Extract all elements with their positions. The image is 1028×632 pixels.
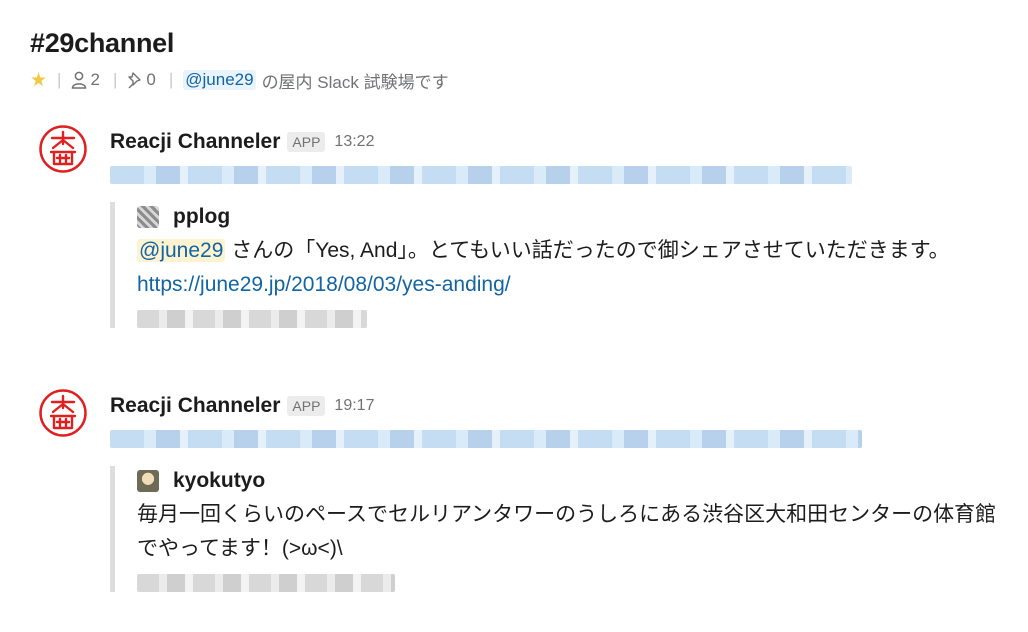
attachment-author-name: pplog <box>173 205 231 228</box>
app-badge: APP <box>287 132 326 152</box>
separator: | <box>112 70 118 89</box>
sender-name[interactable]: Reacji Channeler <box>110 394 280 418</box>
attachment-author-name: kyokutyo <box>173 469 266 492</box>
person-icon <box>72 71 87 89</box>
attachment-link[interactable]: https://june29.jp/2018/08/03/yes-anding/ <box>137 268 1010 302</box>
attachment-text: @june29 さんの「Yes, And」。とてもいい話だったので御シェアさせて… <box>137 234 1002 268</box>
seal-avatar-icon[interactable] <box>38 388 88 438</box>
pin-count: 0 <box>146 70 156 89</box>
redacted-footer <box>137 310 367 328</box>
star-icon[interactable]: ★ <box>30 69 47 92</box>
message-body: Reacji Channeler APP 19:17 kyokutyo 毎月一回… <box>110 388 1010 592</box>
separator: | <box>168 70 174 89</box>
redacted-link <box>110 166 852 184</box>
timestamp[interactable]: 13:22 <box>334 133 374 151</box>
member-count: 2 <box>90 70 100 89</box>
sender-name[interactable]: Reacji Channeler <box>110 130 280 154</box>
pin-icon <box>128 72 142 89</box>
attachment-text: 毎月一回くらいのペースでセルリアンタワーのうしろにある渋谷区大和田センターの体育… <box>137 503 997 560</box>
attachment-text-body: さんの「Yes, And」。とてもいい話だったので御シェアさせていただきます。 <box>231 239 950 262</box>
user-mention[interactable]: @june29 <box>137 239 226 262</box>
author-avatar <box>137 470 159 492</box>
pin-count-button[interactable]: 0 <box>127 70 156 90</box>
attachment: pplog @june29 さんの「Yes, And」。とてもいい話だったので御… <box>110 202 1010 328</box>
timestamp[interactable]: 19:17 <box>334 397 374 415</box>
message-header: Reacji Channeler APP 19:17 <box>110 388 1010 424</box>
attachment-author: kyokutyo <box>137 466 1010 496</box>
message-body: Reacji Channeler APP 13:22 pplog @june29… <box>110 124 1010 328</box>
member-count-button[interactable]: 2 <box>71 70 100 90</box>
channel-topic: の屋内 Slack 試験場です <box>261 72 449 92</box>
attachment: kyokutyo 毎月一回くらいのペースでセルリアンタワーのうしろにある渋谷区大… <box>110 466 1010 592</box>
app-badge: APP <box>287 396 326 416</box>
topic-mention[interactable]: @june29 <box>183 70 256 90</box>
message-header: Reacji Channeler APP 13:22 <box>110 124 1010 160</box>
redacted-footer <box>137 574 395 592</box>
separator: | <box>57 70 62 89</box>
channel-title: #29channel <box>30 28 175 58</box>
channel-meta: ★ | 2 | 0 | @june29 の屋内 Slack 試験場です <box>30 68 449 92</box>
channel-header: #29channel ★ | 2 | 0 | @june29 の屋内 Slack… <box>30 26 449 92</box>
redacted-link <box>110 430 862 448</box>
seal-avatar-icon[interactable] <box>38 124 88 174</box>
attachment-author: pplog <box>137 202 1010 232</box>
author-avatar <box>137 206 159 228</box>
